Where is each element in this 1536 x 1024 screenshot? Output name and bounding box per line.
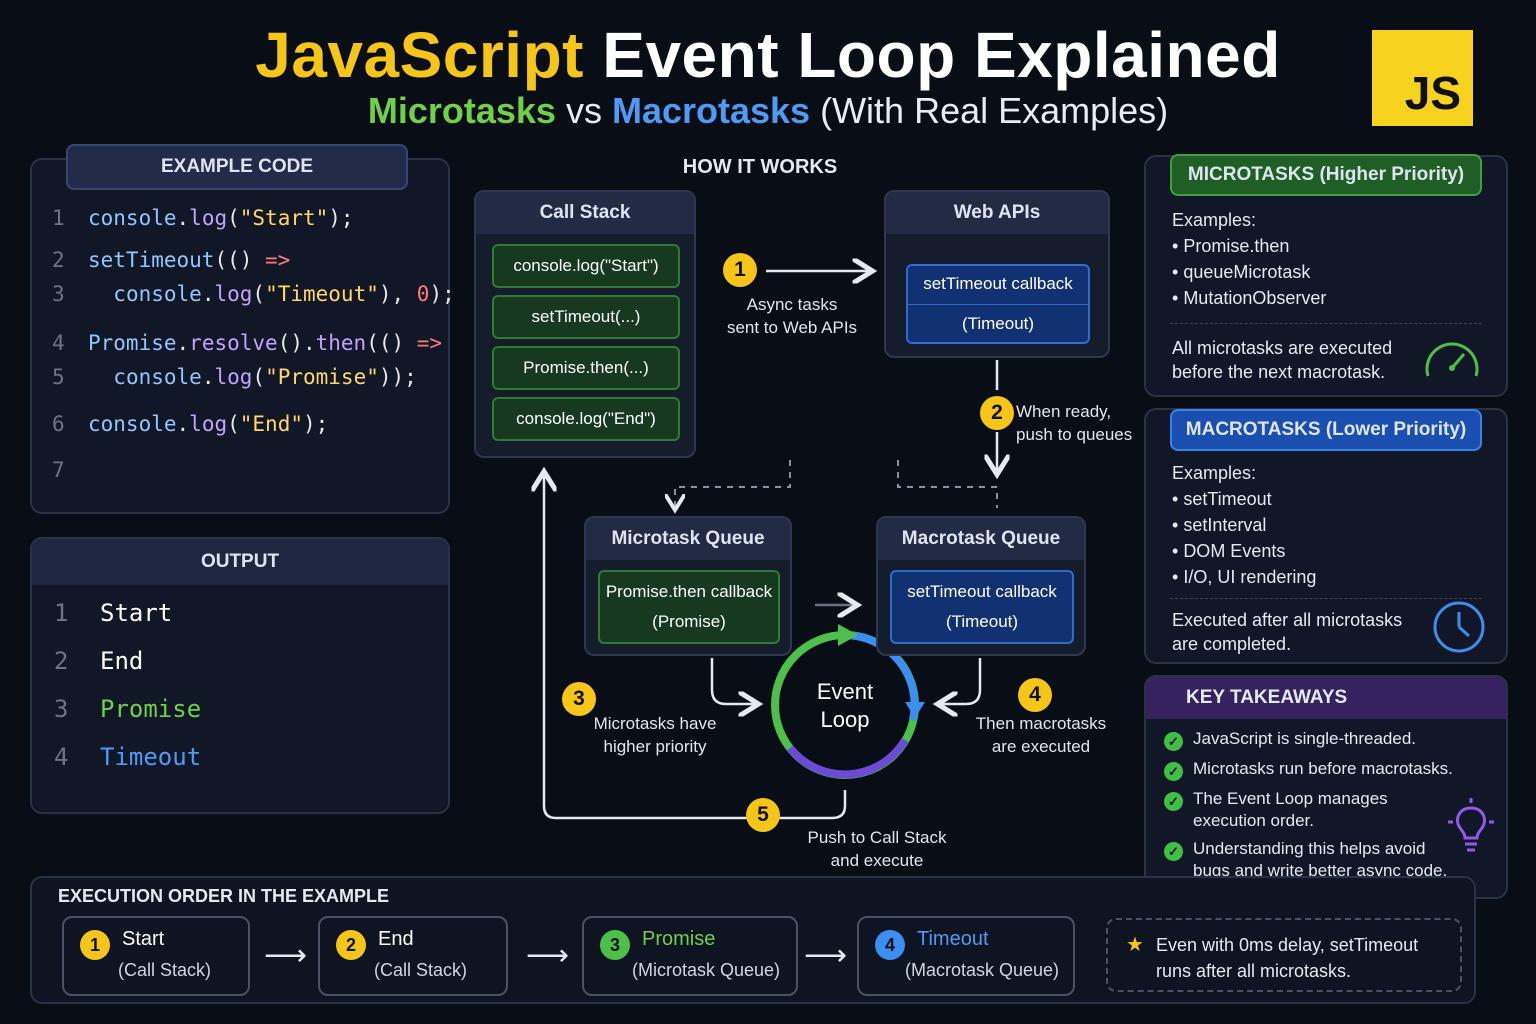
dashed-to-macrotask (897, 460, 998, 508)
call-stack-item: setTimeout(...) (492, 295, 680, 339)
dashed-to-microtask (675, 460, 791, 508)
check-icon: ✓ (1164, 792, 1183, 811)
step-badge: 2 (336, 930, 366, 960)
event-loop-arrowhead-2 (905, 702, 925, 718)
check-icon: ✓ (1164, 762, 1183, 781)
event-loop-ring-purple (786, 737, 909, 779)
arrow-macro-to-loop (940, 658, 982, 704)
check-icon: ✓ (1164, 732, 1183, 751)
check-icon: ✓ (1164, 842, 1183, 861)
web-apis-item: setTimeout callback (Timeout) (906, 264, 1090, 344)
macrotask-queue-item: setTimeout callback (Timeout) (890, 570, 1074, 644)
call-stack-item: console.log("Start") (492, 244, 680, 288)
call-stack-title: Call Stack (476, 192, 694, 234)
macrotask-queue-box: Macrotask Queue setTimeout callback (Tim… (876, 516, 1086, 656)
macrotasks-header: MACROTASKS (Lower Priority) (1170, 409, 1482, 451)
step-badge: 3 (600, 930, 630, 960)
macrotasks-note: Executed after all microtasks are comple… (1172, 610, 1403, 654)
lightbulb-icon (1448, 798, 1494, 852)
takeaway-item: ✓ Understanding this helps avoid bugs and … (1164, 839, 1453, 881)
microtasks-note: All microtasks are executed before the n… (1172, 338, 1393, 382)
step-badge: 1 (80, 930, 110, 960)
arrow-micro-to-loop (710, 658, 756, 704)
microtasks-examples: Examples: • Promise.then • queueMicrotas… (1172, 210, 1327, 308)
execution-step-2: 2 End (Call Stack) (318, 916, 508, 996)
microtask-queue-box: Microtask Queue Promise.then callback (P… (584, 516, 792, 656)
key-takeaways-list: ✓ JavaScript is single-threaded. ✓ Microta… (1164, 729, 1453, 881)
microtasks-header: MICROTASKS (Higher Priority) (1170, 154, 1482, 196)
event-loop-arrowhead-1 (838, 624, 858, 646)
macrotask-queue-title: Macrotask Queue (878, 518, 1084, 560)
speedometer-icon (1425, 342, 1479, 377)
execution-step-1: 1 Start (Call Stack) (62, 916, 250, 996)
step-3-label: Microtasks have higher priority (593, 714, 717, 756)
right-arrow-icon: ⟶ (264, 939, 308, 972)
step-2-label: When ready, push to queues (1016, 402, 1133, 444)
step-4-label: Then macrotasks are executed (975, 714, 1107, 756)
microtask-queue-item: Promise.then callback (Promise) (598, 570, 780, 644)
macrotasks-examples: Examples: • setTimeout • setInterval • D… (1172, 463, 1317, 587)
web-apis-box: Web APIs setTimeout callback (Timeout) (884, 190, 1110, 358)
execution-step-3: 3 Promise (Microtask Queue) (582, 916, 798, 996)
event-loop-label: Event Loop (816, 679, 874, 732)
right-arrow-icon: ⟶ (804, 939, 848, 972)
takeaway-item: ✓ The Event Loop manages execution order. (1164, 789, 1453, 831)
step-5-label: Push to Call Stack and execute (807, 828, 947, 870)
step-4-badge: 4 (1018, 678, 1052, 712)
microtask-queue-title: Microtask Queue (586, 518, 790, 560)
call-stack-item: console.log("End") (492, 397, 680, 441)
star-icon: ★ (1126, 934, 1144, 956)
call-stack-box: Call Stack console.log("Start") setTimeo… (474, 190, 696, 458)
execution-note: ★ Even with 0ms delay, setTimeout runs a… (1106, 918, 1462, 992)
step-5-badge: 5 (746, 798, 780, 832)
execution-order-heading: EXECUTION ORDER IN THE EXAMPLE (58, 886, 390, 906)
microtasks-divider (1170, 323, 1482, 324)
step-1-label: Async tasks sent to Web APIs (726, 295, 858, 337)
key-takeaways-header: KEY TAKEAWAYS (1146, 677, 1506, 719)
step-badge: 4 (875, 930, 905, 960)
execution-step-4: 4 Timeout (Macrotask Queue) (857, 916, 1075, 996)
takeaway-item: ✓ Microtasks run before macrotasks. (1164, 759, 1453, 781)
step-1-badge: 1 (723, 253, 757, 287)
takeaway-item: ✓ JavaScript is single-threaded. (1164, 729, 1453, 751)
call-stack-item: Promise.then(...) (492, 346, 680, 390)
web-apis-title: Web APIs (886, 192, 1108, 234)
step-2-badge: 2 (980, 396, 1014, 430)
clock-icon (1433, 601, 1485, 653)
step-3-badge: 3 (562, 682, 596, 716)
right-arrow-icon: ⟶ (526, 939, 570, 972)
